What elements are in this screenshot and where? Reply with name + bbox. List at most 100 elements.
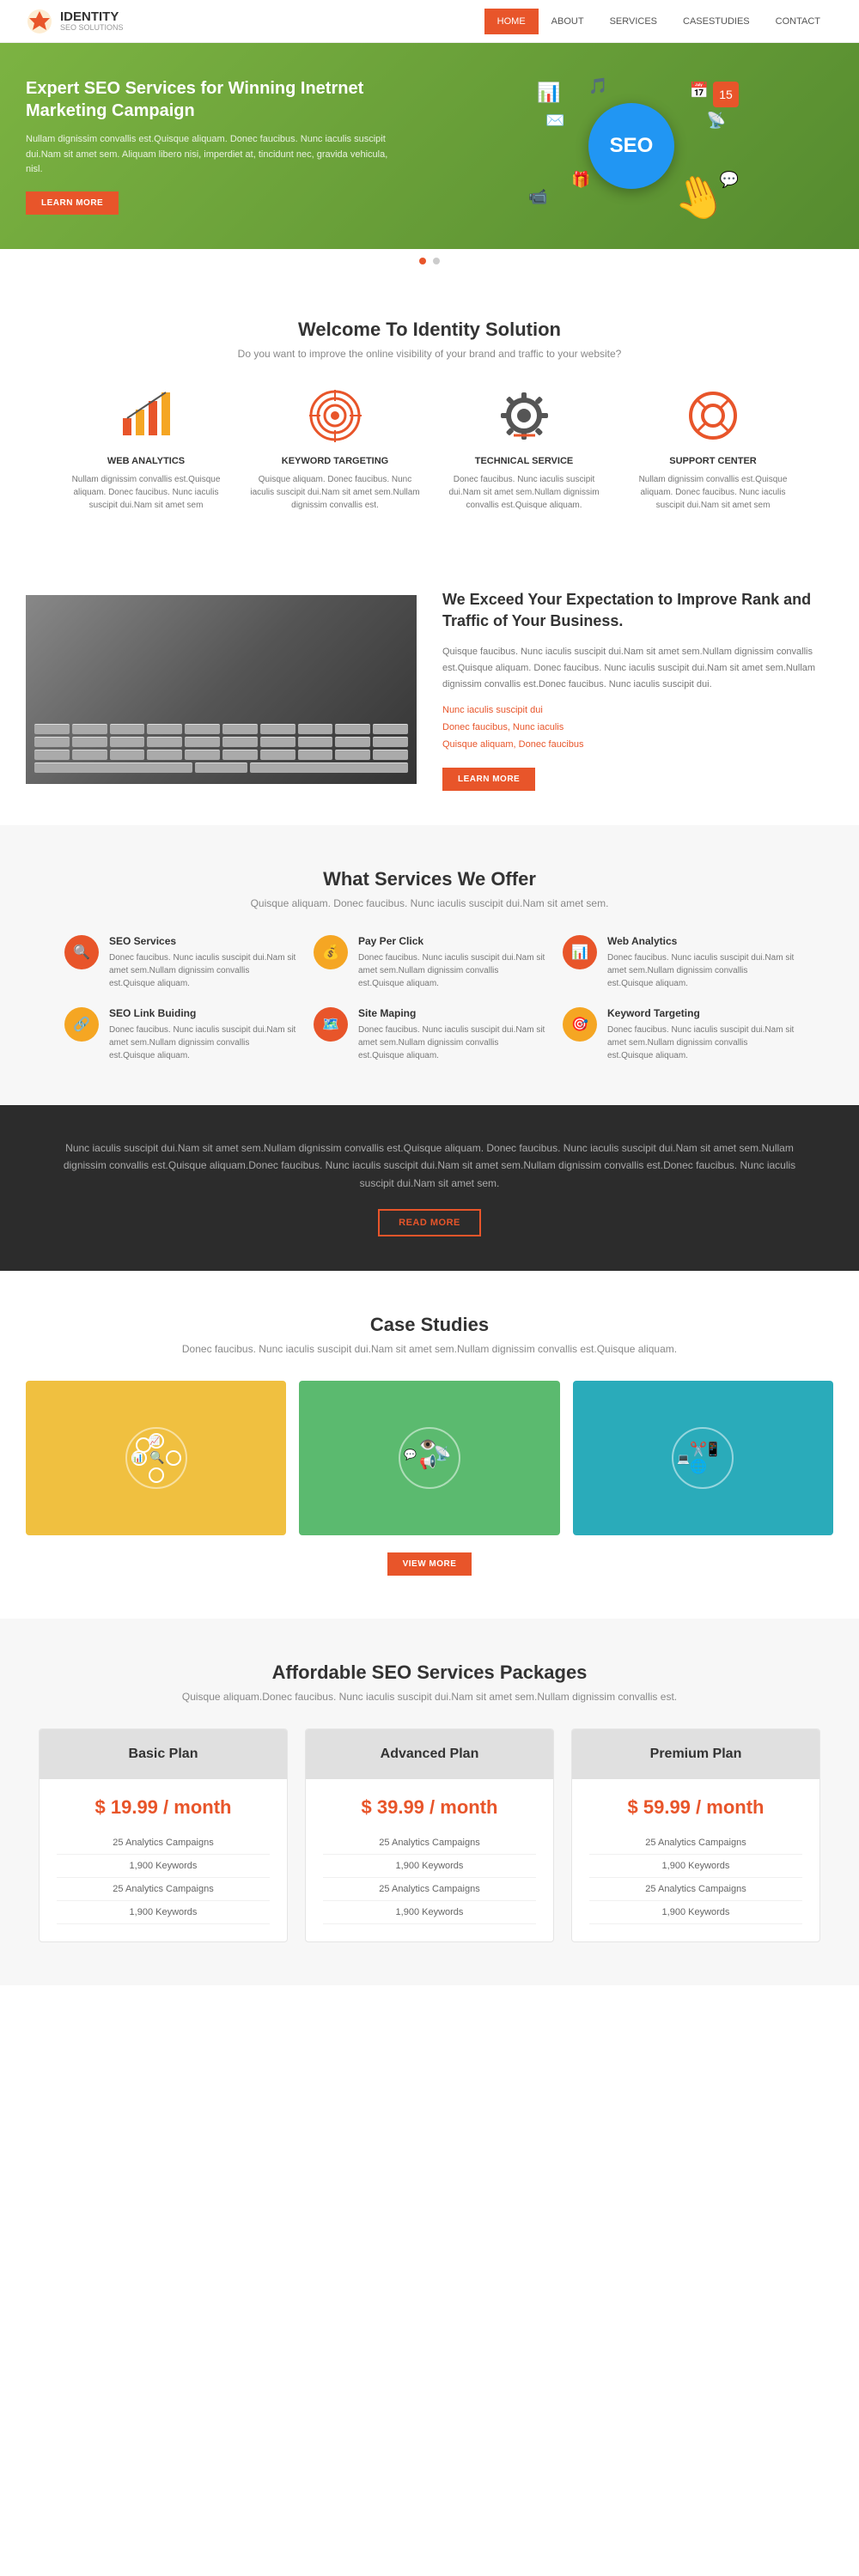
service-seo: 🔍 SEO Services Donec faucibus. Nunc iacu… <box>64 935 296 990</box>
analytics-icon <box>116 386 176 446</box>
feature-2-desc: Quisque aliquam. Donec faucibus. Nunc ia… <box>249 473 421 512</box>
service-keyword: 🎯 Keyword Targeting Donec faucibus. Nunc… <box>563 1007 795 1062</box>
view-more-button[interactable]: VIEW MORE <box>387 1552 472 1576</box>
advanced-header: Advanced Plan <box>306 1729 553 1779</box>
feature-3-desc: Donec faucibus. Nunc iaculis suscipit du… <box>438 473 610 512</box>
pricing-premium: Premium Plan $ 59.99 / month 25 Analytic… <box>571 1728 820 1942</box>
exceed-link-3[interactable]: Quisque aliquam, Donec faucibus <box>442 737 833 754</box>
exceed-cta-button[interactable]: LEARN MORE <box>442 768 535 791</box>
exceed-links: Nunc iaculis suscipit dui Donec faucibus… <box>442 702 833 753</box>
hero-content: Expert SEO Services for Winning Inetrnet… <box>26 77 389 215</box>
basic-plan-title: Basic Plan <box>57 1747 270 1762</box>
pricing-title: Affordable SEO Services Packages <box>26 1662 833 1684</box>
service-ppc-text: Pay Per Click Donec faucibus. Nunc iacul… <box>358 935 545 990</box>
svg-text:🌐: 🌐 <box>690 1458 707 1474</box>
exceed-desc: Quisque faucibus. Nunc iaculis suscipit … <box>442 644 833 692</box>
nav-home[interactable]: HOME <box>484 9 539 34</box>
svg-text:💻: 💻 <box>677 1453 690 1465</box>
nav-about[interactable]: ABOUT <box>539 9 597 34</box>
service-keyword-text: Keyword Targeting Donec faucibus. Nunc i… <box>607 1007 795 1062</box>
basic-feature-3: 25 Analytics Campaigns <box>57 1878 270 1901</box>
svg-text:🔍: 🔍 <box>149 1449 164 1465</box>
welcome-subtitle: Do you want to improve the online visibi… <box>26 348 833 360</box>
services-grid: 🔍 SEO Services Donec faucibus. Nunc iacu… <box>26 935 833 1062</box>
exceed-section: We Exceed Your Expectation to Improve Ra… <box>0 555 859 825</box>
link-icon: 🔗 <box>64 1007 99 1042</box>
advanced-plan-title: Advanced Plan <box>323 1747 536 1762</box>
case-card-3[interactable]: ✂️ 📱 🌐 💻 <box>573 1381 833 1535</box>
exceed-image <box>26 595 417 784</box>
keyboard-image-placeholder <box>26 595 417 784</box>
svg-text:📱: 📱 <box>704 1441 722 1457</box>
feature-service: TECHNICAL SERVICE Donec faucibus. Nunc i… <box>438 386 610 512</box>
feature-4-title: SUPPORT CENTER <box>627 456 799 466</box>
premium-feature-4: 1,900 Keywords <box>589 1901 802 1924</box>
premium-feature-2: 1,900 Keywords <box>589 1855 802 1878</box>
cases-grid: 🔍 📊 📈 👁️ 📢 📡 💬 ✂️ <box>26 1381 833 1535</box>
basic-feature-4: 1,900 Keywords <box>57 1901 270 1924</box>
nav-contact[interactable]: CONTACT <box>763 9 833 34</box>
logo-text: IDENTITY SEO SOLUTIONS <box>60 10 124 32</box>
logo: IDENTITY SEO SOLUTIONS <box>26 8 124 35</box>
dot-2 <box>433 258 440 264</box>
advanced-feature-1: 25 Analytics Campaigns <box>323 1832 536 1855</box>
case-studies-subtitle: Donec faucibus. Nunc iaculis suscipit du… <box>26 1343 833 1355</box>
basic-header: Basic Plan <box>40 1729 287 1779</box>
feature-1-desc: Nullam dignissim convallis est.Quisque a… <box>60 473 232 512</box>
service-analytics: 📊 Web Analytics Donec faucibus. Nunc iac… <box>563 935 795 990</box>
service-ppc: 💰 Pay Per Click Donec faucibus. Nunc iac… <box>314 935 545 990</box>
exceed-link-1[interactable]: Nunc iaculis suscipit dui <box>442 702 833 720</box>
feature-targeting: KEYWORD TARGETING Quisque aliquam. Donec… <box>249 386 421 512</box>
banner-text: Nunc iaculis suscipit dui.Nam sit amet s… <box>52 1139 807 1192</box>
ppc-icon: 💰 <box>314 935 348 969</box>
svg-text:📈: 📈 <box>149 1435 160 1446</box>
advanced-feature-2: 1,900 Keywords <box>323 1855 536 1878</box>
services-title: What Services We Offer <box>26 868 833 890</box>
service-site-text: Site Maping Donec faucibus. Nunc iaculis… <box>358 1007 545 1062</box>
advanced-body: $ 39.99 / month 25 Analytics Campaigns 1… <box>306 1779 553 1941</box>
features-grid: WEB ANALYTICS Nullam dignissim convallis… <box>26 386 833 512</box>
case-studies-title: Case Studies <box>26 1314 833 1336</box>
feature-analytics: WEB ANALYTICS Nullam dignissim convallis… <box>60 386 232 512</box>
svg-text:📡: 📡 <box>434 1444 451 1461</box>
services-subtitle: Quisque aliquam. Donec faucibus. Nunc ia… <box>26 897 833 909</box>
keyword-icon: 🎯 <box>563 1007 597 1042</box>
premium-price: $ 59.99 / month <box>589 1796 802 1819</box>
svg-text:📊: 📊 <box>132 1452 143 1463</box>
case-card-1[interactable]: 🔍 📊 📈 <box>26 1381 286 1535</box>
service-seo-text: SEO Services Donec faucibus. Nunc iaculi… <box>109 935 296 990</box>
case-card-2[interactable]: 👁️ 📢 📡 💬 <box>299 1381 559 1535</box>
services-section: What Services We Offer Quisque aliquam. … <box>0 825 859 1105</box>
banner-read-more-button[interactable]: READ MORE <box>378 1209 481 1236</box>
feature-4-desc: Nullam dignissim convallis est.Quisque a… <box>627 473 799 512</box>
basic-feature-2: 1,900 Keywords <box>57 1855 270 1878</box>
support-icon <box>683 386 743 446</box>
welcome-section: Welcome To Identity Solution Do you want… <box>0 276 859 555</box>
logo-icon <box>26 8 53 35</box>
advanced-feature-4: 1,900 Keywords <box>323 1901 536 1924</box>
feature-3-title: TECHNICAL SERVICE <box>438 456 610 466</box>
exceed-link-2[interactable]: Donec faucibus, Nunc iaculis <box>442 720 833 737</box>
seo-icon: 🔍 <box>64 935 99 969</box>
case-studies-section: Case Studies Donec faucibus. Nunc iaculi… <box>0 1271 859 1619</box>
nav-casestudies[interactable]: CASESTUDIES <box>670 9 763 34</box>
nav-services[interactable]: SERVICES <box>597 9 670 34</box>
hero-section: Expert SEO Services for Winning Inetrnet… <box>0 43 859 249</box>
hero-description: Nullam dignissim convallis est.Quisque a… <box>26 132 389 178</box>
pricing-section: Affordable SEO Services Packages Quisque… <box>0 1619 859 1985</box>
pricing-grid: Basic Plan $ 19.99 / month 25 Analytics … <box>26 1728 833 1942</box>
hero-title: Expert SEO Services for Winning Inetrnet… <box>26 77 389 122</box>
service-analytics-text: Web Analytics Donec faucibus. Nunc iacul… <box>607 935 795 990</box>
svg-text:💬: 💬 <box>404 1449 417 1461</box>
premium-feature-3: 25 Analytics Campaigns <box>589 1878 802 1901</box>
premium-body: $ 59.99 / month 25 Analytics Campaigns 1… <box>572 1779 819 1941</box>
pricing-basic: Basic Plan $ 19.99 / month 25 Analytics … <box>39 1728 288 1942</box>
site-icon: 🗺️ <box>314 1007 348 1042</box>
navbar: IDENTITY SEO SOLUTIONS HOME ABOUT SERVIC… <box>0 0 859 43</box>
service-link-text: SEO Link Buiding Donec faucibus. Nunc ia… <box>109 1007 296 1062</box>
hero-cta-button[interactable]: LEARN MORE <box>26 191 119 215</box>
welcome-title: Welcome To Identity Solution <box>26 319 833 341</box>
exceed-text: We Exceed Your Expectation to Improve Ra… <box>442 589 833 791</box>
analytics-service-icon: 📊 <box>563 935 597 969</box>
exceed-title: We Exceed Your Expectation to Improve Ra… <box>442 589 833 632</box>
